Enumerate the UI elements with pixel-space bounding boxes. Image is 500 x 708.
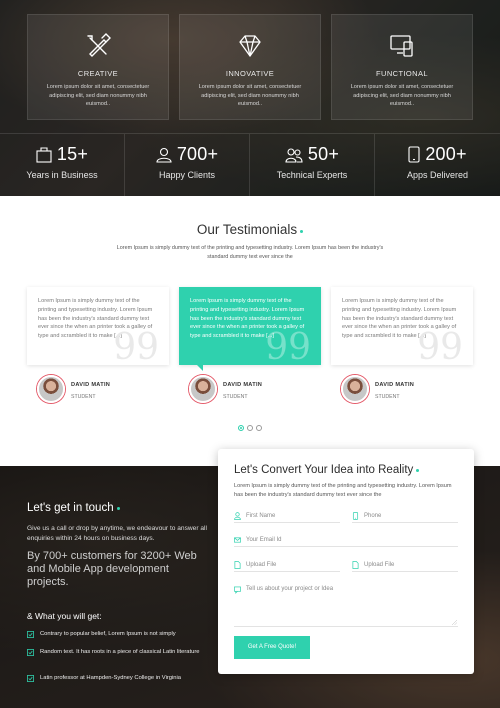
hero-section: CREATIVE Lorem ipsum dolor sit amet, con…: [0, 0, 500, 196]
feature-text: Lorem ipsum dolor sit amet, consectetuer…: [350, 84, 454, 108]
contact-title: Let's get in touch: [27, 502, 120, 514]
author-role: STUDENT: [71, 394, 96, 400]
upload-file-field-1[interactable]: Upload File: [234, 558, 340, 572]
first-name-field[interactable]: First Name: [234, 509, 340, 523]
upload-file-field-2[interactable]: Upload File: [352, 558, 458, 572]
design-tools-icon: [87, 33, 111, 57]
briefcase-icon: [36, 146, 52, 163]
upload-placeholder: Upload File: [246, 561, 277, 568]
upload-placeholder: Upload File: [364, 561, 395, 568]
stat-number: 50+: [307, 144, 340, 164]
checkbox-icon: [27, 631, 34, 638]
first-name-placeholder: First Name: [246, 512, 276, 519]
phone-field[interactable]: Phone: [352, 509, 458, 523]
author-name: DAVID MATIN: [223, 382, 263, 388]
users-icon: [285, 147, 303, 163]
feature-card-functional: FUNCTIONAL Lorem ipsum dolor sit amet, c…: [331, 14, 473, 120]
contact-description: Give us a call or drop by anytime, we en…: [27, 525, 207, 542]
stat-clients: 700+ Happy Clients: [125, 134, 250, 196]
benefit-item: Contrary to popular belief, Lorem Ipsum …: [27, 630, 217, 639]
testimonial-card: Lorem Ipsum is simply dummy text of the …: [331, 287, 473, 368]
feature-text: Lorem ipsum dolor sit amet, consectetuer…: [198, 84, 302, 108]
quote-mark-icon: 99: [265, 327, 311, 368]
testimonial-card-active: Lorem Ipsum is simply dummy text of the …: [179, 287, 321, 371]
avatar: [189, 375, 217, 403]
phone-icon: [352, 511, 359, 520]
checkbox-icon: [27, 675, 34, 682]
project-description-textarea[interactable]: Tell us about your project or Idea: [234, 583, 458, 627]
avatar: [341, 375, 369, 403]
feature-card-creative: CREATIVE Lorem ipsum dolor sit amet, con…: [27, 14, 169, 120]
accent-dot: [116, 507, 120, 510]
stat-label: Years in Business: [26, 170, 98, 180]
form-title: Let's Convert Your Idea into Reality: [234, 464, 420, 476]
quote-mark-icon: 99: [113, 327, 159, 368]
feature-title: CREATIVE: [77, 69, 119, 78]
pagination-dot-2[interactable]: [247, 425, 253, 431]
benefits-title: & What you will get:: [27, 611, 102, 621]
phone-placeholder: Phone: [364, 512, 382, 519]
message-icon: [234, 586, 241, 594]
author-role: STUDENT: [375, 394, 400, 400]
pagination-dot-3[interactable]: [256, 425, 262, 431]
author-name: DAVID MATIN: [71, 382, 111, 388]
mobile-icon: [408, 146, 420, 163]
benefit-item: Random text. It has roots in a piece of …: [27, 648, 217, 657]
email-icon: [234, 536, 241, 543]
stat-years: 15+ Years in Business: [0, 134, 125, 196]
feature-title: INNOVATIVE: [225, 69, 275, 78]
author-role: STUDENT: [223, 394, 248, 400]
feature-title: FUNCTIONAL: [376, 69, 428, 78]
testimonials-title: Our Testimonials: [0, 222, 500, 237]
pagination-dot-1[interactable]: [238, 425, 244, 431]
stat-label: Technical Experts: [276, 170, 348, 180]
benefit-text: Random text. It has roots in a piece of …: [40, 649, 200, 655]
user-icon: [156, 147, 172, 163]
stat-apps: 200+ Apps Delivered: [375, 134, 500, 196]
stat-experts: 50+ Technical Experts: [250, 134, 375, 196]
benefit-text: Latin professor at Hampden-Sydney Colleg…: [40, 675, 182, 681]
carousel-pagination: [238, 425, 262, 431]
stats-bar: 15+ Years in Business 700+ Happy Clients…: [0, 133, 500, 196]
form-description: Lorem Ipsum is simply dummy text of the …: [234, 483, 452, 498]
testimonial-card: Lorem Ipsum is simply dummy text of the …: [27, 287, 169, 368]
stat-number: 200+: [425, 144, 467, 164]
user-icon: [234, 511, 241, 520]
stat-number: 700+: [176, 144, 219, 164]
feature-card-innovative: INNOVATIVE Lorem ipsum dolor sit amet, c…: [179, 14, 321, 120]
quote-mark-icon: 99: [417, 327, 463, 368]
quote-form: Let's Convert Your Idea into Reality Lor…: [218, 449, 474, 674]
email-field[interactable]: Your Email Id: [234, 533, 458, 547]
message-placeholder: Tell us about your project or Idea: [246, 586, 334, 592]
accent-dot: [416, 469, 420, 472]
author-name: DAVID MATIN: [375, 382, 415, 388]
devices-icon: [390, 35, 413, 57]
accent-dot: [300, 230, 304, 233]
file-icon: [234, 560, 241, 569]
resize-handle[interactable]: [452, 620, 457, 625]
avatar: [37, 375, 65, 403]
benefit-text: Contrary to popular belief, Lorem Ipsum …: [40, 631, 176, 637]
benefit-item: Latin professor at Hampden-Sydney Colleg…: [27, 674, 217, 683]
stat-label: Apps Delivered: [406, 170, 469, 180]
contact-highlight: By 700+ customers for 3200+ Web and Mobi…: [27, 550, 197, 588]
feature-text: Lorem ipsum dolor sit amet, consectetuer…: [46, 84, 150, 108]
stat-label: Happy Clients: [158, 170, 216, 180]
testimonials-subtitle: Lorem Ipsum is simply dummy text of the …: [116, 245, 384, 260]
email-placeholder: Your Email Id: [246, 536, 282, 543]
diamond-icon: [239, 35, 261, 57]
get-free-quote-button[interactable]: Get A Free Quote!: [234, 636, 310, 659]
file-icon: [352, 560, 359, 569]
checkbox-icon: [27, 649, 34, 656]
stat-number: 15+: [56, 144, 89, 164]
